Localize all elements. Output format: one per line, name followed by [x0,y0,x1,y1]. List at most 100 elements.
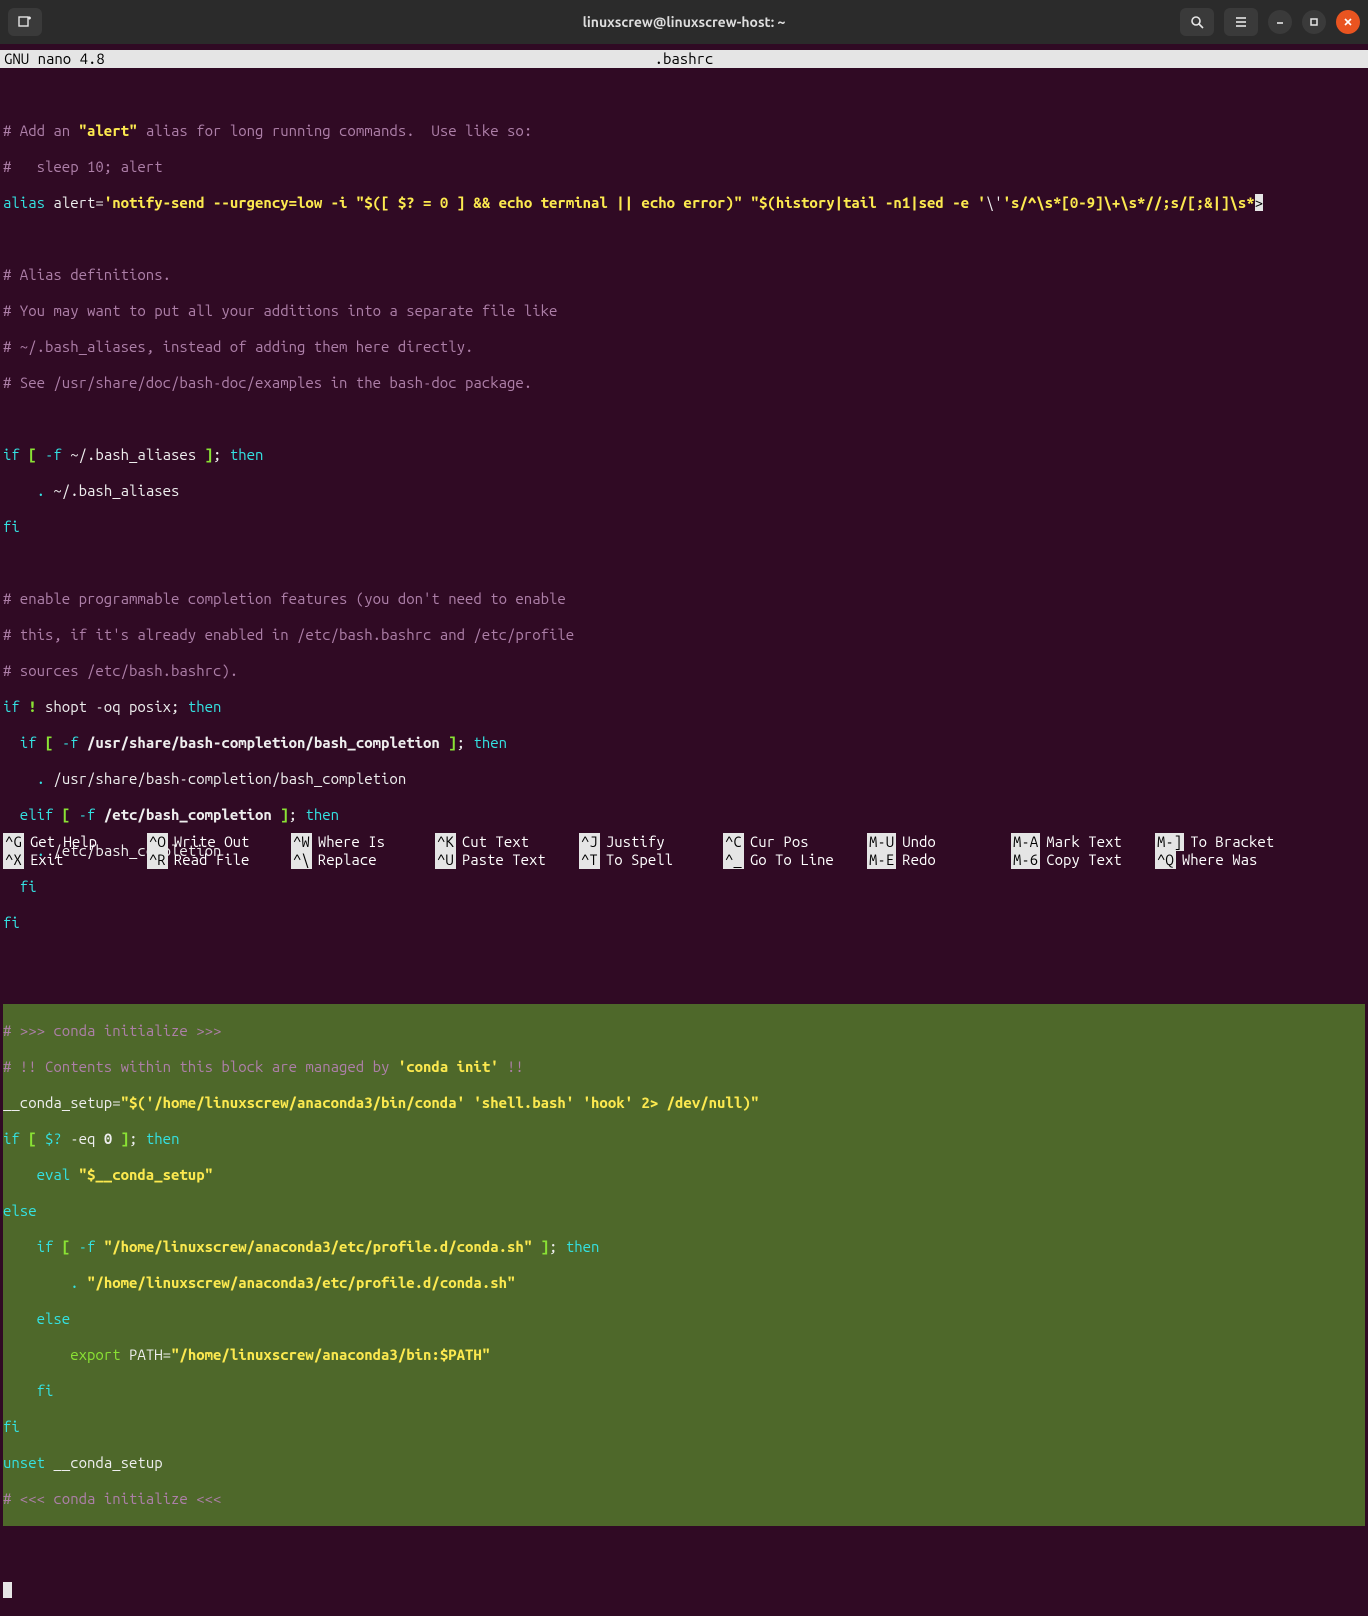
search-button[interactable] [1180,8,1214,36]
maximize-icon [1309,17,1319,27]
help-key: M-] [1155,833,1184,851]
help-label: Replace [318,851,377,869]
help-key: ^R [147,851,168,869]
nano-header: GNU nano 4.8 .bashrc [0,50,1368,68]
help-key: ^_ [723,851,744,869]
code-line: # Add an "alert" alias for long running … [3,122,1365,140]
code-line: fi [3,518,1365,536]
help-label: Where Was [1182,851,1258,869]
hamburger-icon [1234,15,1248,29]
help-item: M-A Mark Text [1011,833,1155,851]
code-line: __conda_setup="$('/home/linuxscrew/anaco… [3,1094,1365,1112]
code-line: fi [3,1418,1365,1436]
help-key: M-6 [1011,851,1040,869]
help-item: M-E Redo [867,851,1011,869]
help-label: Mark Text [1046,833,1122,851]
help-key: ^Q [1155,851,1176,869]
code-line: if ! shopt -oq posix; then [3,698,1365,716]
code-line: # sleep 10; alert [3,158,1365,176]
help-item: ^Q Where Was [1155,851,1299,869]
help-key: ^U [435,851,456,869]
help-label: To Bracket [1190,833,1274,851]
code-line: # enable programmable completion feature… [3,590,1365,608]
code-line: # <<< conda initialize <<< [3,1490,1365,1508]
code-line: else [3,1310,1365,1328]
code-line: fi [3,878,1365,896]
help-item: ^R Read File [147,851,291,869]
help-label: Cur Pos [750,833,809,851]
nano-filename: .bashrc [655,50,714,68]
help-label: Exit [30,851,64,869]
help-item: ^W Where Is [291,833,435,851]
help-key: M-E [867,851,896,869]
code-line: # Alias definitions. [3,266,1365,284]
cursor [3,1582,12,1598]
window-title: linuxscrew@linuxscrew-host: ~ [583,13,786,31]
help-key: ^O [147,833,168,851]
code-line: if [ -f /usr/share/bash-completion/bash_… [3,734,1365,752]
help-label: Redo [902,851,936,869]
help-key: ^X [3,851,24,869]
code-line: elif [ -f /etc/bash_completion ]; then [3,806,1365,824]
code-line: alias alert='notify-send --urgency=low -… [3,194,1365,212]
help-key: ^G [3,833,24,851]
code-line: # this, if it's already enabled in /etc/… [3,626,1365,644]
help-label: Get Help [30,833,97,851]
help-item: M-6 Copy Text [1011,851,1155,869]
help-key: M-A [1011,833,1040,851]
minimize-icon [1275,17,1285,27]
code-line: . /usr/share/bash-completion/bash_comple… [3,770,1365,788]
cursor-line [3,1580,1365,1598]
code-line: # See /usr/share/doc/bash-doc/examples i… [3,374,1365,392]
help-item: ^U Paste Text [435,851,579,869]
close-icon [1343,17,1353,27]
help-label: Undo [902,833,936,851]
selected-block: # >>> conda initialize >>> # !! Contents… [3,1004,1365,1526]
help-label: Paste Text [462,851,546,869]
help-key: ^J [579,833,600,851]
help-item: ^C Cur Pos [723,833,867,851]
help-key: ^T [579,851,600,869]
help-key: M-U [867,833,896,851]
code-line: if [ -f ~/.bash_aliases ]; then [3,446,1365,464]
help-item: ^X Exit [3,851,147,869]
help-label: Write Out [174,833,250,851]
help-label: Copy Text [1046,851,1122,869]
help-item: ^O Write Out [147,833,291,851]
code-line: # !! Contents within this block are mana… [3,1058,1365,1076]
close-button[interactable] [1336,10,1360,34]
search-icon [1190,15,1204,29]
help-key: ^\ [291,851,312,869]
help-item: M-] To Bracket [1155,833,1299,851]
nano-app-name: GNU nano 4.8 [4,50,105,68]
maximize-button[interactable] [1302,10,1326,34]
code-line: # You may want to put all your additions… [3,302,1365,320]
menu-button[interactable] [1224,8,1258,36]
code-line: . ~/.bash_aliases [3,482,1365,500]
nano-helpbar: ^G Get Help ^O Write Out ^W Where Is ^K Cut Tex… [0,833,1368,873]
help-label: Read File [174,851,250,869]
code-line: eval "$__conda_setup" [3,1166,1365,1184]
code-line: fi [3,914,1365,932]
help-label: Go To Line [750,851,834,869]
help-item: ^J Justify [579,833,723,851]
help-key: ^K [435,833,456,851]
help-item: ^\ Replace [291,851,435,869]
help-label: Where Is [318,833,385,851]
minimize-button[interactable] [1268,10,1292,34]
code-line: # ~/.bash_aliases, instead of adding the… [3,338,1365,356]
help-label: To Spell [606,851,673,869]
code-line: if [ $? -eq 0 ]; then [3,1130,1365,1148]
code-line: if [ -f "/home/linuxscrew/anaconda3/etc/… [3,1238,1365,1256]
code-line: unset __conda_setup [3,1454,1365,1472]
help-item: M-U Undo [867,833,1011,851]
help-key: ^W [291,833,312,851]
help-label: Cut Text [462,833,529,851]
help-key: ^C [723,833,744,851]
new-tab-button[interactable] [8,8,42,36]
code-line: else [3,1202,1365,1220]
code-line: . "/home/linuxscrew/anaconda3/etc/profil… [3,1274,1365,1292]
code-line: fi [3,1382,1365,1400]
help-item: ^G Get Help [3,833,147,851]
help-label: Justify [606,833,665,851]
